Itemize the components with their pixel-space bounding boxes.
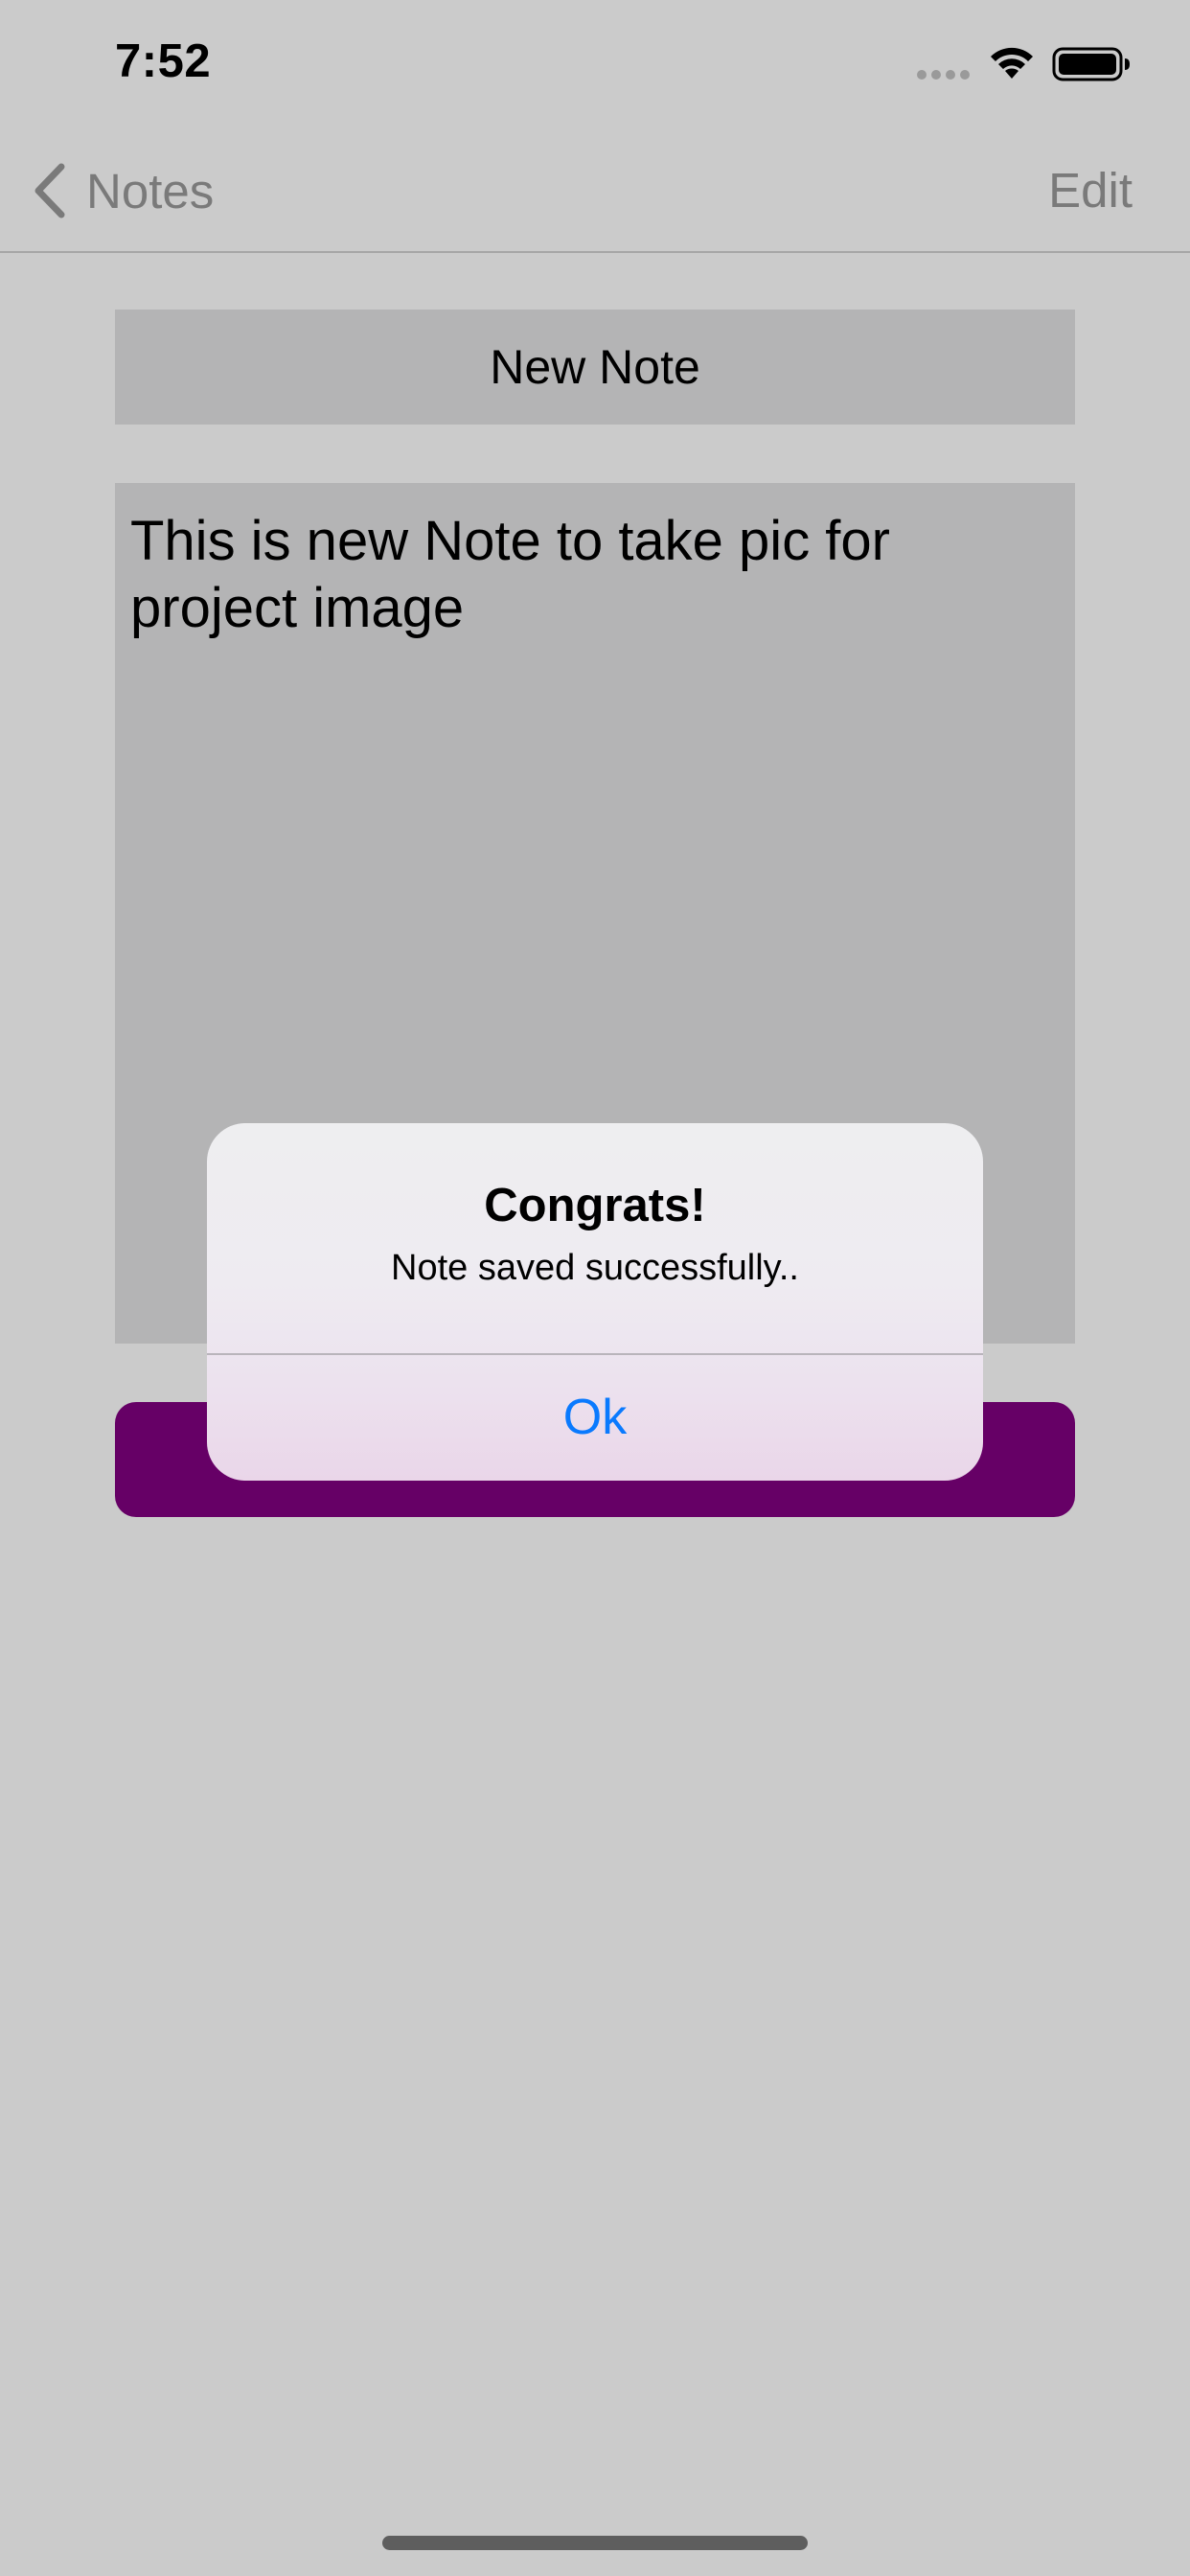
home-indicator[interactable] bbox=[382, 2536, 808, 2550]
back-button[interactable]: Notes bbox=[29, 157, 214, 224]
cellular-signal-icon bbox=[917, 70, 970, 80]
alert-dialog: Congrats! Note saved successfully.. Ok bbox=[207, 1123, 983, 1481]
wifi-icon bbox=[991, 47, 1033, 79]
status-bar: 7:52 bbox=[0, 0, 1190, 128]
back-button-label: Notes bbox=[86, 163, 215, 218]
edit-button[interactable]: Edit bbox=[1048, 157, 1133, 224]
alert-ok-button[interactable]: Ok bbox=[207, 1355, 983, 1481]
alert-message: Note saved successfully.. bbox=[391, 1248, 799, 1288]
battery-icon bbox=[1052, 47, 1130, 81]
alert-title: Congrats! bbox=[484, 1180, 706, 1231]
note-title-field[interactable] bbox=[115, 310, 1075, 425]
status-time: 7:52 bbox=[115, 35, 212, 87]
navigation-bar: Notes Edit bbox=[0, 128, 1190, 253]
chevron-left-icon bbox=[34, 163, 65, 218]
